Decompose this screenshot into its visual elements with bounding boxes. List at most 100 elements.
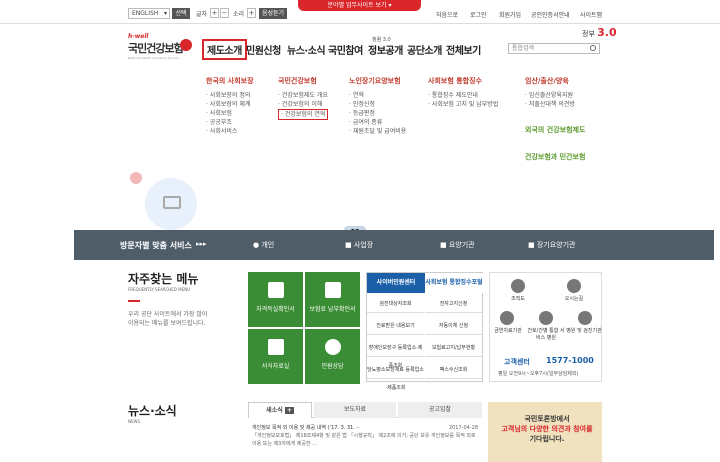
menu-item-highlighted[interactable]: 건강보험의 연혁 <box>278 109 329 120</box>
nav-disclosure[interactable]: 정보공개 <box>368 42 403 57</box>
svc-link[interactable]: 검진대상자조회 <box>367 295 424 313</box>
link-foreign-insurance[interactable]: 외국의 건강보험제도 <box>525 125 585 135</box>
logo-ko: 국민건강보험 <box>128 42 184 55</box>
menu-item[interactable]: 인정신청 <box>349 100 406 109</box>
svc-link[interactable]: 전자고지신청 <box>425 295 482 313</box>
tile-qualification[interactable]: 자격득실확인서 <box>248 272 303 327</box>
menu-item[interactable]: 건강보험의 이해 <box>278 100 328 109</box>
mega-col-social: 한국의 사회보장 사회보장의 정의사회보장의 체계사회보험공공부조사회서비스 <box>206 76 254 136</box>
menu-item[interactable]: 사회보장의 정의 <box>206 91 254 100</box>
menu-item[interactable]: 등급판정 <box>349 109 406 118</box>
org-chart-icon[interactable] <box>511 279 525 293</box>
heart-icon <box>180 39 192 51</box>
plus-icon[interactable]: + <box>284 407 294 414</box>
visitor-bar-title: 방문자별 맞춤 서비스 <box>120 241 192 250</box>
logo-en: h-well <box>128 33 149 40</box>
nav-participation[interactable]: 국민참여 <box>328 42 363 57</box>
menu-item[interactable]: 임신출산양육지원 <box>525 91 575 100</box>
banner-text: 국민토론방에서 고객님의 다양한 의견과 참여를 기다립니다. <box>498 414 596 444</box>
language-select-button[interactable]: 선택 <box>172 8 190 19</box>
svc-link[interactable]: 팩스수신조회 <box>425 361 482 379</box>
tab-notice[interactable]: 공고입찰 <box>398 402 482 418</box>
tile-forms[interactable]: 서식자료실 <box>248 329 303 384</box>
font-increase-button[interactable]: + <box>210 8 219 18</box>
site-logo[interactable]: h-well 국민건강보험 National Health Insurance … <box>128 33 192 60</box>
menu-item[interactable]: 사회보험 고지 및 납부방법 <box>428 100 498 109</box>
menu-item[interactable]: 연혁 <box>349 91 406 100</box>
menu-item[interactable]: 사회보장의 체계 <box>206 100 254 109</box>
mega-col-birth: 임산/출산/양육 임신출산양육지원저출산대책 의견방 <box>525 76 575 109</box>
language-select[interactable]: ENGLISH <box>128 8 170 19</box>
tile-consult[interactable]: 민원상담 <box>305 329 360 384</box>
cs-label: 간호/간병 통합 서비스 병원 <box>527 328 565 341</box>
field-sites-tab[interactable]: 분야별 업무사이트 보기 ▾ <box>298 0 421 11</box>
tile-payment[interactable]: 보험료 납부확인서 <box>305 272 360 327</box>
nav-civil[interactable]: 민원신청 <box>246 42 281 57</box>
nurse-icon[interactable] <box>539 311 553 325</box>
cs-label: 조직도 <box>511 296 525 302</box>
svc-link[interactable]: 장애인보장구 등록업소·제품조회 <box>367 339 424 369</box>
mega-col-title: 임산/출산/양육 <box>525 77 569 85</box>
tab-cyber-center[interactable]: 사이버민원센터 <box>367 273 425 293</box>
tile-label: 자격득실확인서 <box>256 306 295 313</box>
location-icon[interactable] <box>567 279 581 293</box>
util-link-sitemap[interactable]: 사이트맵 <box>580 10 602 19</box>
util-link-home[interactable]: 처음으로 <box>436 10 458 19</box>
visitor-ltc[interactable]: ■ 장기요양기관 <box>528 240 576 250</box>
nav-about[interactable]: 공단소개 <box>407 42 442 57</box>
gov-version: 3.0 <box>597 26 617 39</box>
visitor-care[interactable]: ■ 요양기관 <box>440 240 475 250</box>
news-item[interactable]: 개인정보 목적 외 이용 및 제공 내역 (‘17. 3. 31. – 2017-… <box>252 424 478 448</box>
search-icon[interactable] <box>590 45 596 51</box>
fav-sub: FREQUENTLY SEARCHED MENU <box>128 287 191 292</box>
menu-item[interactable]: 급여의 종류 <box>349 118 406 127</box>
forum-banner[interactable]: 국민토론방에서 고객님의 다양한 의견과 참여를 기다립니다. <box>488 402 602 462</box>
tab-new[interactable]: 새소식 + <box>248 402 312 418</box>
visitor-business[interactable]: ■ 사업장 <box>345 240 373 250</box>
svc-link[interactable]: 보험료고지/납부현황 <box>425 339 482 357</box>
tab-label: 새소식 <box>266 407 283 414</box>
util-link-join[interactable]: 회원가입 <box>499 10 521 19</box>
visitor-personal[interactable]: ● 개인 <box>253 240 274 250</box>
font-decrease-button[interactable]: − <box>220 8 229 18</box>
search-input[interactable]: 통합검색 <box>508 43 600 54</box>
hospital-icon[interactable] <box>578 311 592 325</box>
person-icon: ● <box>253 241 260 249</box>
cs-phone[interactable]: 1577-1000 <box>546 356 594 365</box>
tile-label: 서식자료실 <box>261 363 290 370</box>
util-link-cert[interactable]: 공인인증서안내 <box>531 10 570 19</box>
news-item-title: 개인정보 목적 외 이용 및 제공 내역 (‘17. 3. 31. – <box>252 425 360 431</box>
mega-col-title: 한국의 사회보장 <box>206 77 254 85</box>
menu-item[interactable]: 사회서비스 <box>206 127 254 136</box>
svc-link[interactable]: 자동이체 신청 <box>425 317 482 335</box>
menu-item[interactable]: 통합징수 제도안내 <box>428 91 498 100</box>
tab-press[interactable]: 보도자료 <box>314 402 396 418</box>
visitor-label: 개인 <box>261 241 275 249</box>
hospital-icon: ■ <box>440 241 447 249</box>
menu-item[interactable]: 저출산대책 의견방 <box>525 100 575 109</box>
nav-all[interactable]: 전체보기 <box>446 42 481 57</box>
link-private-insurance[interactable]: 건강보험과 민간보험 <box>525 152 585 162</box>
nav-news[interactable]: 뉴스·소식 <box>287 42 326 57</box>
document-icon <box>267 282 284 298</box>
top-bar: ENGLISH 선택 글자 + − 소리 + 음성듣기 분야별 업무사이트 보기… <box>0 0 720 24</box>
menu-item[interactable]: 공공부조 <box>206 118 254 127</box>
voice-listen-button[interactable]: 음성듣기 <box>259 8 287 19</box>
nav-system[interactable]: 제도소개 <box>202 39 247 60</box>
search-placeholder: 통합검색 <box>512 45 535 52</box>
util-link-login[interactable]: 로그인 <box>470 10 487 19</box>
receipt-icon <box>324 282 341 298</box>
ltc-icon: ■ <box>528 241 535 249</box>
tab-collection-portal[interactable]: 사회보험 통합징수포털 <box>425 273 483 293</box>
chevrons-icon: ▸▸▸ <box>196 240 207 248</box>
menu-item[interactable]: 재원조달 및 급여비용 <box>349 127 407 136</box>
sound-up-button[interactable]: + <box>247 8 256 18</box>
decorative-banner <box>0 182 720 230</box>
svc-link[interactable]: 당뇨병소모성재료 등록업소·제품조회 <box>367 361 424 391</box>
menu-item[interactable]: 건강보험제도 개요 <box>278 91 328 100</box>
menu-item[interactable]: 사회보험 <box>206 109 254 118</box>
svc-link[interactable]: 진료받은 내용보기 <box>367 317 424 335</box>
no-smoking-icon[interactable] <box>500 311 514 325</box>
fav-desc: 이용되는 메뉴를 보여드립니다. <box>128 320 206 327</box>
visitor-label: 요양기관 <box>448 241 475 249</box>
